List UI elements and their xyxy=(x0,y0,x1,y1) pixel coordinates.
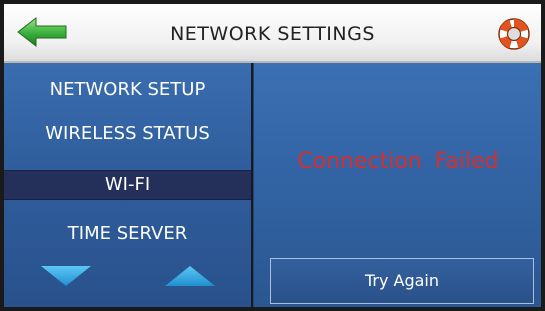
back-button[interactable] xyxy=(16,16,68,48)
scroll-up-button[interactable] xyxy=(164,265,216,291)
back-arrow-icon xyxy=(17,16,67,48)
sidebar: NETWORK SETUP WIRELESS STATUS WI-FI TIME… xyxy=(4,63,251,307)
device-frame: NETWORK SETTINGS NETWORK SETUP WIRELESS … xyxy=(0,0,545,311)
sidebar-item-time-server[interactable]: TIME SERVER xyxy=(4,223,251,244)
sidebar-item-wireless-status[interactable]: WIRELESS STATUS xyxy=(4,123,251,144)
life-ring-icon xyxy=(498,18,530,50)
screen: NETWORK SETTINGS NETWORK SETUP WIRELESS … xyxy=(4,4,541,307)
try-again-button[interactable]: Try Again xyxy=(270,258,534,304)
sidebar-item-network-setup[interactable]: NETWORK SETUP xyxy=(4,79,251,100)
header-bar: NETWORK SETTINGS xyxy=(4,4,541,63)
sidebar-item-wifi[interactable]: WI-FI xyxy=(4,170,251,200)
connection-status-text: Connection Failed xyxy=(297,149,499,174)
page-title: NETWORK SETTINGS xyxy=(170,23,375,45)
scroll-down-button[interactable] xyxy=(40,265,92,291)
triangle-down-icon xyxy=(41,266,91,286)
content-panel: Connection Failed Try Again xyxy=(253,63,541,307)
help-button[interactable] xyxy=(497,17,531,51)
triangle-up-icon xyxy=(165,266,215,286)
